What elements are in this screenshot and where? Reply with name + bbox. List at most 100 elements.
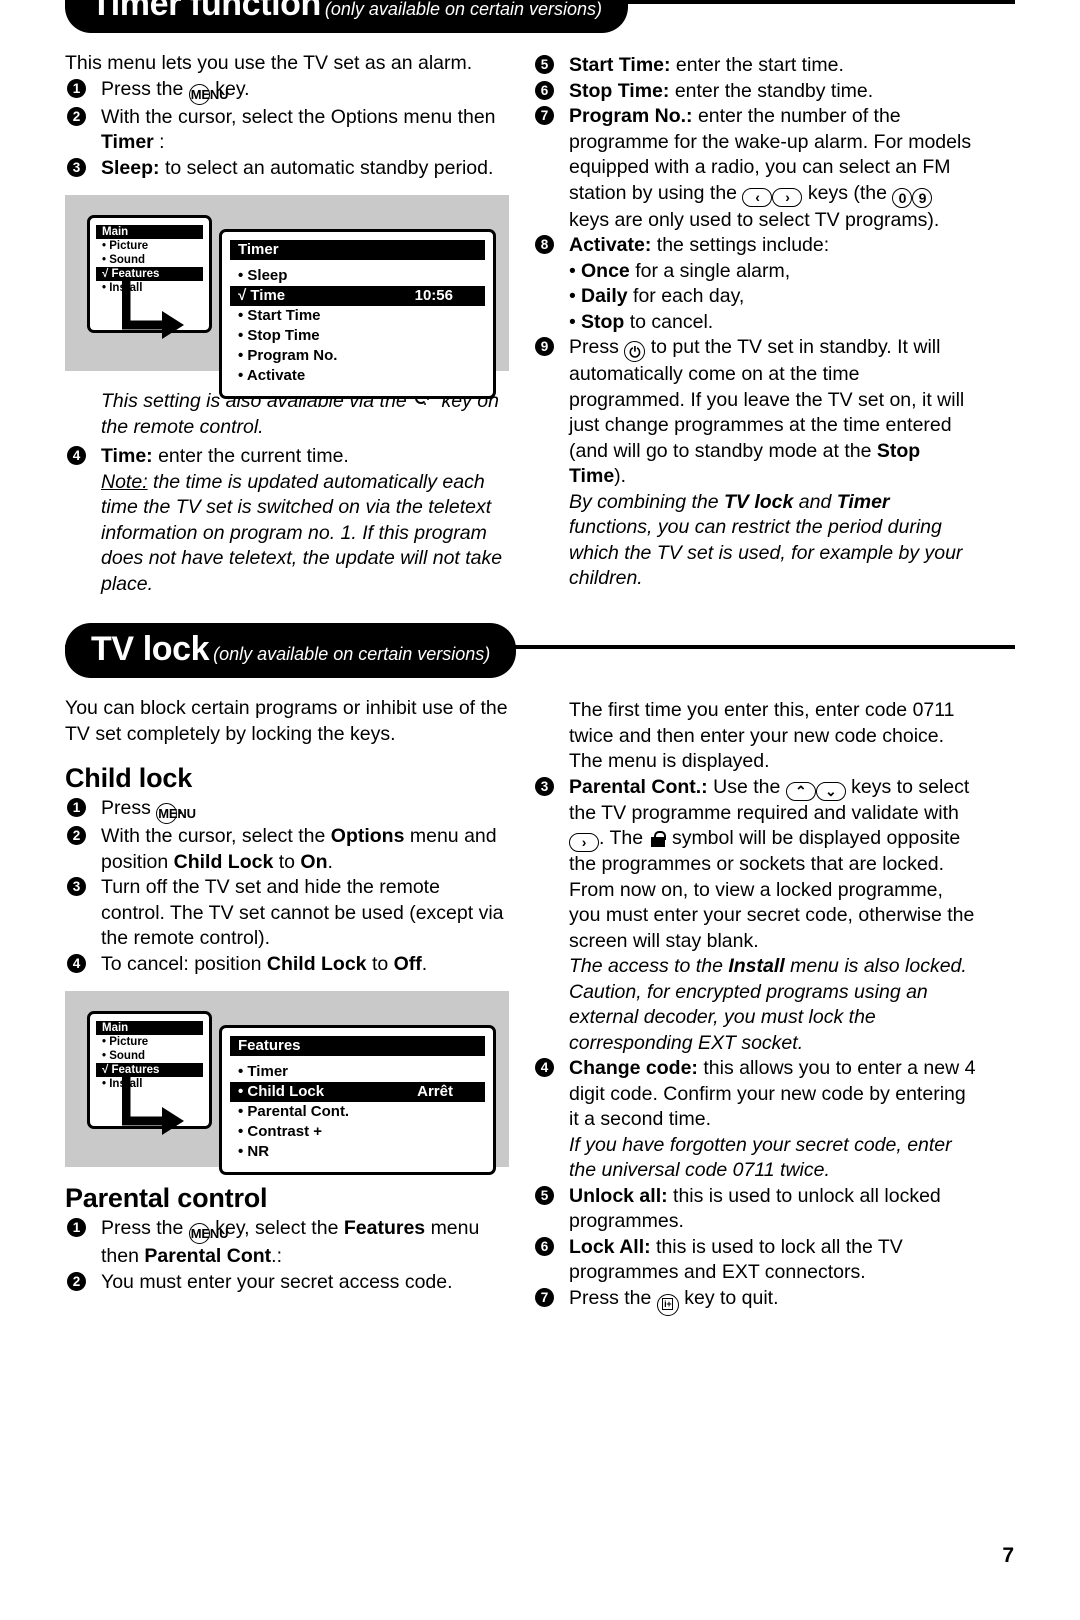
tvlock-submenu-label-child-lock: • Child Lock xyxy=(238,1083,325,1100)
timer-step8-stop-bold: Stop xyxy=(581,310,625,333)
timer-step8-once-bold: Once xyxy=(581,259,630,282)
timer-menu-inner: Main • Picture • Sound √ Features • Inst… xyxy=(79,209,496,399)
step-number-1: 1 xyxy=(67,1218,86,1237)
parental-step1-features: Features xyxy=(343,1217,426,1239)
timer-step9-note-tvlock: TV lock xyxy=(724,490,794,513)
parental-step-7: 7 Press the i+ key to quit. xyxy=(533,1286,977,1316)
menu-key-icon: MENU xyxy=(188,1223,228,1244)
tvlock-menu-inner: Main • Picture • Sound √ Features • Inst… xyxy=(79,1005,496,1175)
tvlock-submenu-value-timer xyxy=(453,1063,477,1080)
timer-step9-note-timer: Timer xyxy=(836,490,890,513)
parental-step3-a: Use the xyxy=(713,775,781,798)
digit-0-key-icon: 0 xyxy=(892,187,913,208)
childlock-step3-text: Turn off the TV set and hide the remote … xyxy=(101,876,504,949)
cursor-down-key-icon: ⌄ xyxy=(815,781,846,801)
parental-step1-parentalcont: Parental Cont xyxy=(144,1245,272,1267)
tvlock-submenu-item-contrast[interactable]: • Contrast + xyxy=(230,1122,485,1142)
childlock-step2-on: On xyxy=(300,850,328,873)
parental-step3-note: The access to the Install menu is also l… xyxy=(569,954,977,1056)
lock-symbol-icon xyxy=(650,831,666,847)
parental-step2-text: You must enter your secret access code. xyxy=(101,1270,453,1293)
timer-section-title: Timer function xyxy=(91,0,321,23)
standby-power-key-icon: ⏻ xyxy=(624,341,646,362)
tvlock-right-column: The first time you enter this, enter cod… xyxy=(533,696,977,1316)
tvlock-banner-wrap: TV lock (only available on certain versio… xyxy=(65,623,1015,678)
timer-submenu-label-program-no: • Program No. xyxy=(238,347,338,364)
tvlock-submenu-label-nr: • NR xyxy=(238,1143,270,1160)
timer-step7-rest-c: keys are only used to select TV programs… xyxy=(569,208,940,231)
timer-submenu-item-sleep[interactable]: • Sleep xyxy=(230,266,485,286)
cursor-right-key-icon: › xyxy=(569,833,599,852)
tvlock-section-title: TV lock xyxy=(91,630,210,668)
timer-step1-post: key. xyxy=(215,77,250,100)
bullet-dot-icon: • xyxy=(569,310,576,333)
tvlock-submenu-item-child-lock[interactable]: • Child Lock Arrêt xyxy=(230,1082,485,1102)
timer-step3-bold: Sleep: xyxy=(101,156,160,179)
manual-page: Timer function (only available on certain… xyxy=(0,0,1080,1620)
childlock-step-3: 3 Turn off the TV set and hide the remot… xyxy=(65,875,509,952)
timer-submenu-item-activate[interactable]: • Activate xyxy=(230,366,485,386)
timer-main-menu-header: Main xyxy=(96,225,203,239)
timer-submenu-value-start-time xyxy=(453,307,477,324)
step-number-3: 3 xyxy=(67,157,86,177)
digit-9-key-icon: 9 xyxy=(912,187,933,208)
timer-main-item-picture[interactable]: • Picture xyxy=(96,239,203,253)
tvlock-intro: You can block certain programs or inhibi… xyxy=(65,697,508,745)
timer-step8-daily-bold: Daily xyxy=(581,285,628,307)
parental-step3-note-a: The access to the xyxy=(569,955,723,977)
timer-step8-bold: Activate: xyxy=(569,234,652,256)
timer-step2-bold: Timer xyxy=(101,131,154,153)
parental-step1-b: key, select the xyxy=(215,1217,339,1239)
step-number-6: 6 xyxy=(535,1236,554,1256)
timer-submenu-item-time[interactable]: √ Time 10:56 xyxy=(230,286,485,306)
tvlock-submenu-item-nr[interactable]: • NR xyxy=(230,1142,485,1162)
step-number-7: 7 xyxy=(535,1287,554,1307)
tvlock-submenu-label-parental-cont: • Parental Cont. xyxy=(238,1103,350,1120)
timer-step8-bullet-once: • Once for a single alarm, xyxy=(533,259,977,285)
timer-submenu-panel: Timer • Sleep √ Time 10:56 • Start Time xyxy=(219,229,496,399)
step-number-7: 7 xyxy=(535,106,554,125)
timer-submenu-item-stop-time[interactable]: • Stop Time xyxy=(230,326,485,346)
tvlock-submenu-value-contrast xyxy=(453,1123,477,1140)
step-number-4: 4 xyxy=(535,1058,554,1077)
timer-step8-bullet-stop: • Stop to cancel. xyxy=(533,310,977,336)
timer-step4-bold: Time: xyxy=(101,445,153,467)
tvlock-submenu-value-nr xyxy=(453,1143,477,1160)
timer-section-banner: Timer function (only available on certain… xyxy=(65,0,629,33)
timer-left-column: This menu lets you use the TV set as an … xyxy=(65,51,509,597)
timer-submenu-value-stop-time xyxy=(453,327,477,344)
tvlock-submenu-item-timer[interactable]: • Timer xyxy=(230,1062,485,1082)
tvlock-submenu-item-parental-cont[interactable]: • Parental Cont. xyxy=(230,1102,485,1122)
childlock-step2-e: . xyxy=(327,850,333,873)
timer-submenu-label-stop-time: • Stop Time xyxy=(238,327,320,344)
step-number-3: 3 xyxy=(535,776,554,796)
timer-submenu-label-activate: • Activate xyxy=(238,367,306,384)
tvlock-main-item-sound[interactable]: • Sound xyxy=(96,1049,203,1063)
timer-step-4: 4 Time: enter the current time. Note: th… xyxy=(65,444,509,597)
tvlock-main-item-picture[interactable]: • Picture xyxy=(96,1035,203,1049)
timer-banner-wrap: Timer function (only available on certain… xyxy=(65,0,1015,33)
parental-step7-pre: Press the xyxy=(569,1286,652,1309)
timer-step7-rest-b: keys (the xyxy=(807,181,887,204)
timer-submenu-header: Timer xyxy=(230,240,485,260)
step-number-5: 5 xyxy=(535,55,554,74)
timer-submenu-value-program-no xyxy=(453,347,477,364)
timer-step7-bold: Program No.: xyxy=(569,105,693,127)
parental-step-4: 4 Change code: this allows you to enter … xyxy=(533,1056,977,1184)
timer-menu-screenshot: Main • Picture • Sound √ Features • Inst… xyxy=(65,195,509,399)
timer-main-item-sound[interactable]: • Sound xyxy=(96,253,203,267)
tvlock-menu-screenshot: Main • Picture • Sound √ Features • Inst… xyxy=(65,991,509,1175)
timer-step4-note: Note: the time is updated automatically … xyxy=(101,470,509,598)
timer-submenu-item-start-time[interactable]: • Start Time xyxy=(230,306,485,326)
timer-columns: This menu lets you use the TV set as an … xyxy=(65,51,1015,597)
menu-key-icon: MENU xyxy=(188,83,228,105)
childlock-step4-c: to xyxy=(371,952,389,975)
timer-submenu-item-program-no[interactable]: • Program No. xyxy=(230,346,485,366)
timer-step8-daily-rest: for each day, xyxy=(633,285,745,307)
parental-step4-note: If you have forgotten your secret code, … xyxy=(569,1133,952,1182)
childlock-step4-childlock: Child Lock xyxy=(266,952,367,975)
tvlock-section-subtitle: (only available on certain versions) xyxy=(213,644,491,664)
childlock-step2-a: With the cursor, select the xyxy=(101,825,326,847)
timer-step-1: 1 Press the MENU key. xyxy=(65,77,509,105)
tvlock-submenu-label-timer: • Timer xyxy=(238,1063,288,1080)
